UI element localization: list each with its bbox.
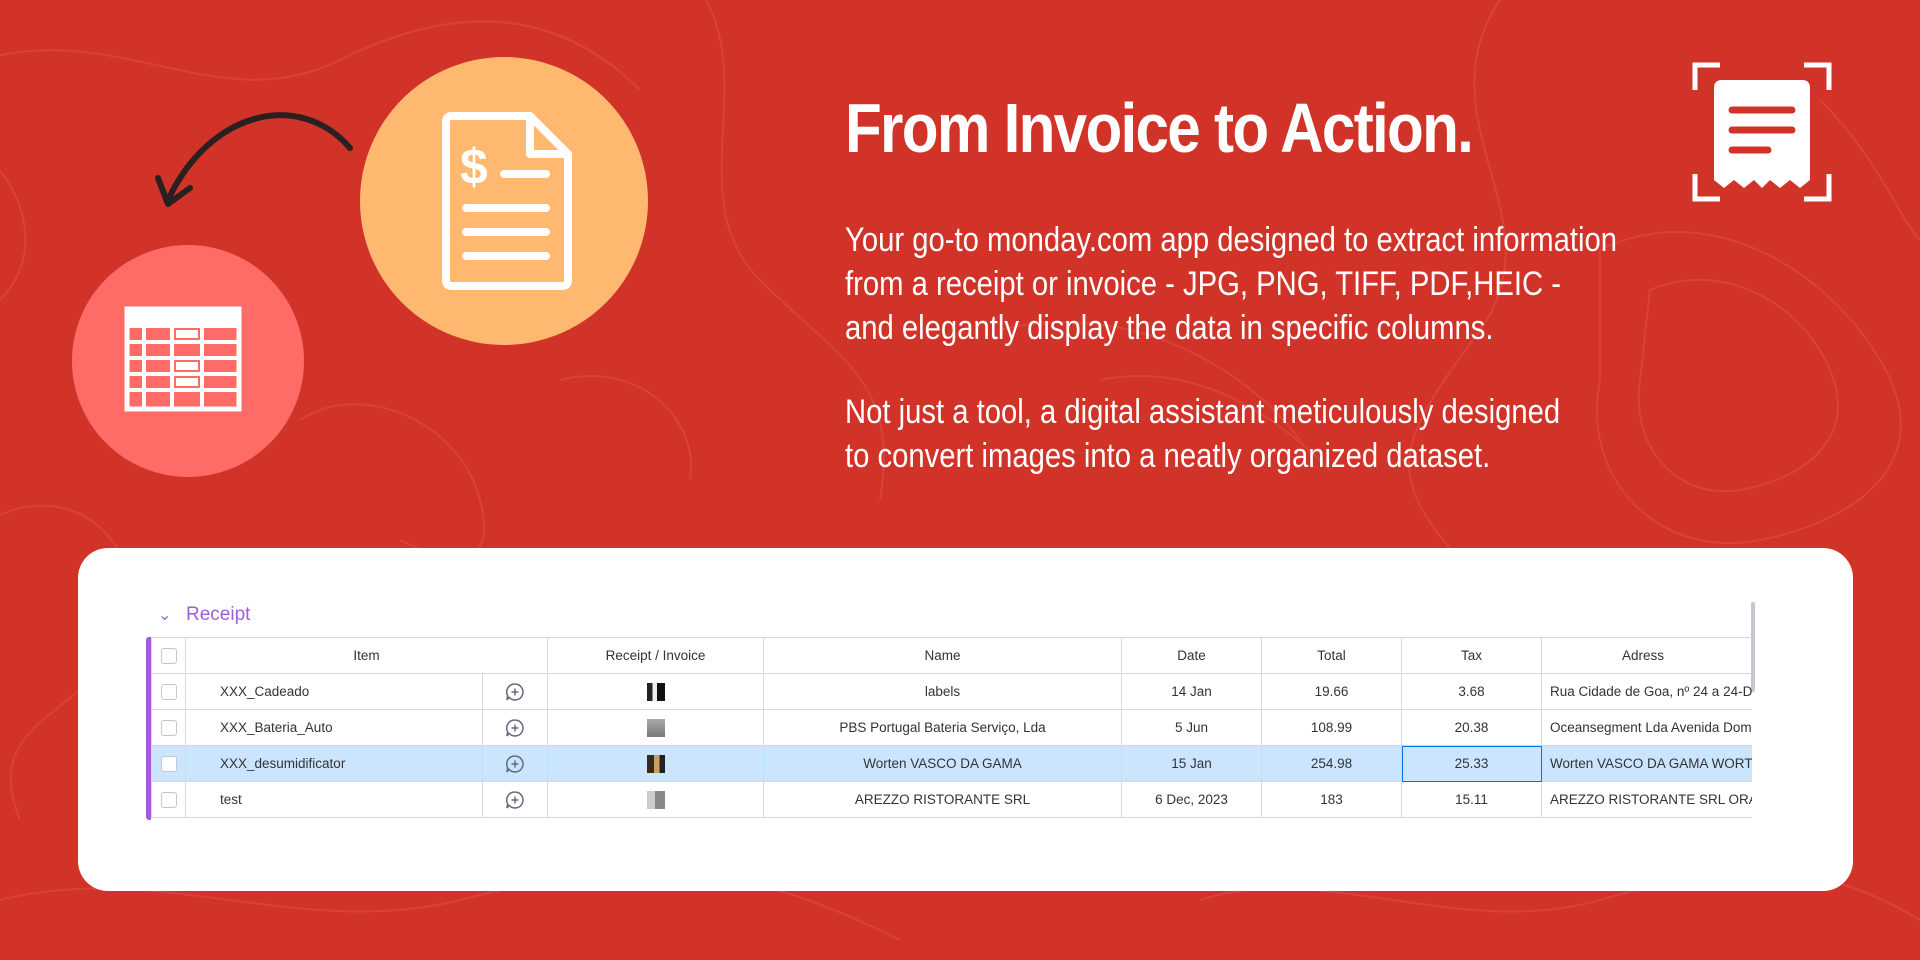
receipt-file-cell[interactable] (547, 709, 765, 746)
row-checkbox[interactable] (160, 683, 177, 700)
board-table: Item Receipt / Invoice Name Date Total T… (146, 637, 1752, 820)
updates-cell[interactable] (481, 673, 549, 710)
column-header-date[interactable]: Date (1121, 637, 1263, 674)
name-cell[interactable]: AREZZO RISTORANTE SRL (763, 781, 1123, 818)
table-row[interactable]: XXX_Bateria_Auto PBS Portugal Bateria Se… (151, 709, 1752, 746)
row-select-cell[interactable] (151, 673, 186, 710)
address-cell[interactable]: AREZZO RISTORANTE SRL ORAS V (1541, 781, 1752, 818)
row-checkbox[interactable] (160, 719, 177, 736)
name-cell[interactable]: labels (763, 673, 1123, 710)
column-header-total[interactable]: Total (1261, 637, 1403, 674)
column-header-item[interactable]: Item (184, 637, 549, 674)
updates-cell[interactable] (481, 745, 549, 782)
receipt-file-cell[interactable] (547, 673, 765, 710)
name-cell[interactable]: Worten VASCO DA GAMA (763, 745, 1123, 782)
chevron-down-icon[interactable]: ⌄ (158, 605, 172, 625)
description-line: Your go-to monday.com app designed to ex… (845, 221, 1618, 259)
invoice-document-icon: $ (442, 112, 572, 290)
description-line: to convert images into a neatly organize… (845, 437, 1491, 475)
page-title: From Invoice to Action. (845, 89, 1474, 167)
table-row[interactable]: XXX_Cadeado labels 14 Jan 19.66 3.68 Rua… (151, 673, 1752, 710)
total-cell[interactable]: 254.98 (1261, 745, 1403, 782)
address-cell[interactable]: Worten VASCO DA GAMA WORTE (1541, 745, 1752, 782)
description-line: Not just a tool, a digital assistant met… (845, 393, 1561, 431)
board-card: ⌄ Receipt Item Receipt / Invoice Name Da… (78, 548, 1853, 891)
select-all-cell[interactable] (151, 637, 186, 674)
group-header[interactable]: ⌄ Receipt (158, 604, 250, 626)
tax-cell[interactable]: 25.33 (1401, 745, 1543, 782)
total-cell[interactable]: 183 (1261, 781, 1403, 818)
item-cell[interactable]: XXX_Bateria_Auto (185, 709, 483, 746)
curved-arrow-icon (155, 112, 353, 207)
item-cell[interactable]: test (185, 781, 483, 818)
description-paragraph-2: Not just a tool, a digital assistant met… (845, 390, 1560, 478)
receipt-thumbnail[interactable] (646, 754, 665, 773)
updates-cell[interactable] (481, 781, 549, 818)
description-line: and elegantly display the data in specif… (845, 309, 1494, 347)
column-header-receipt[interactable]: Receipt / Invoice (547, 637, 765, 674)
address-cell[interactable]: Rua Cidade de Goa, nº 24 a 24-D 2 (1541, 673, 1752, 710)
select-all-checkbox[interactable] (160, 647, 177, 664)
spreadsheet-icon (124, 306, 242, 412)
column-header-tax[interactable]: Tax (1401, 637, 1543, 674)
table-row[interactable]: test AREZZO RISTORANTE SRL 6 Dec, 2023 1… (151, 781, 1752, 818)
receipt-file-cell[interactable] (547, 781, 765, 818)
date-cell[interactable]: 6 Dec, 2023 (1121, 781, 1263, 818)
row-checkbox[interactable] (160, 755, 177, 772)
tax-cell[interactable]: 3.68 (1401, 673, 1543, 710)
tax-cell[interactable]: 15.11 (1401, 781, 1543, 818)
table-header-row: Item Receipt / Invoice Name Date Total T… (151, 637, 1752, 674)
date-cell[interactable]: 5 Jun (1121, 709, 1263, 746)
description-line: from a receipt or invoice - JPG, PNG, TI… (845, 265, 1562, 303)
tax-cell[interactable]: 20.38 (1401, 709, 1543, 746)
group-title: Receipt (186, 604, 251, 625)
add-update-icon[interactable] (505, 790, 525, 810)
row-checkbox[interactable] (160, 791, 177, 808)
table-row-selected[interactable]: XXX_desumidificator Worten VASCO DA GAMA… (151, 745, 1752, 782)
date-cell[interactable]: 14 Jan (1121, 673, 1263, 710)
column-header-address[interactable]: Adress (1541, 637, 1752, 674)
add-update-icon[interactable] (505, 682, 525, 702)
receipt-scan-icon (1692, 62, 1832, 202)
description-paragraph-1: Your go-to monday.com app designed to ex… (845, 218, 1617, 350)
receipt-thumbnail[interactable] (646, 718, 665, 737)
row-select-cell[interactable] (151, 781, 186, 818)
name-cell[interactable]: PBS Portugal Bateria Serviço, Lda (763, 709, 1123, 746)
add-update-icon[interactable] (505, 754, 525, 774)
svg-text:$: $ (460, 139, 488, 195)
total-cell[interactable]: 108.99 (1261, 709, 1403, 746)
receipt-thumbnail[interactable] (646, 682, 665, 701)
item-cell[interactable]: XXX_Cadeado (185, 673, 483, 710)
row-select-cell[interactable] (151, 745, 186, 782)
updates-cell[interactable] (481, 709, 549, 746)
address-cell[interactable]: Oceansegment Lda Avenida Dom J (1541, 709, 1752, 746)
total-cell[interactable]: 19.66 (1261, 673, 1403, 710)
row-select-cell[interactable] (151, 709, 186, 746)
date-cell[interactable]: 15 Jan (1121, 745, 1263, 782)
receipt-thumbnail[interactable] (646, 790, 665, 809)
column-header-name[interactable]: Name (763, 637, 1123, 674)
add-update-icon[interactable] (505, 718, 525, 738)
item-cell[interactable]: XXX_desumidificator (185, 745, 483, 782)
receipt-file-cell[interactable] (547, 745, 765, 782)
